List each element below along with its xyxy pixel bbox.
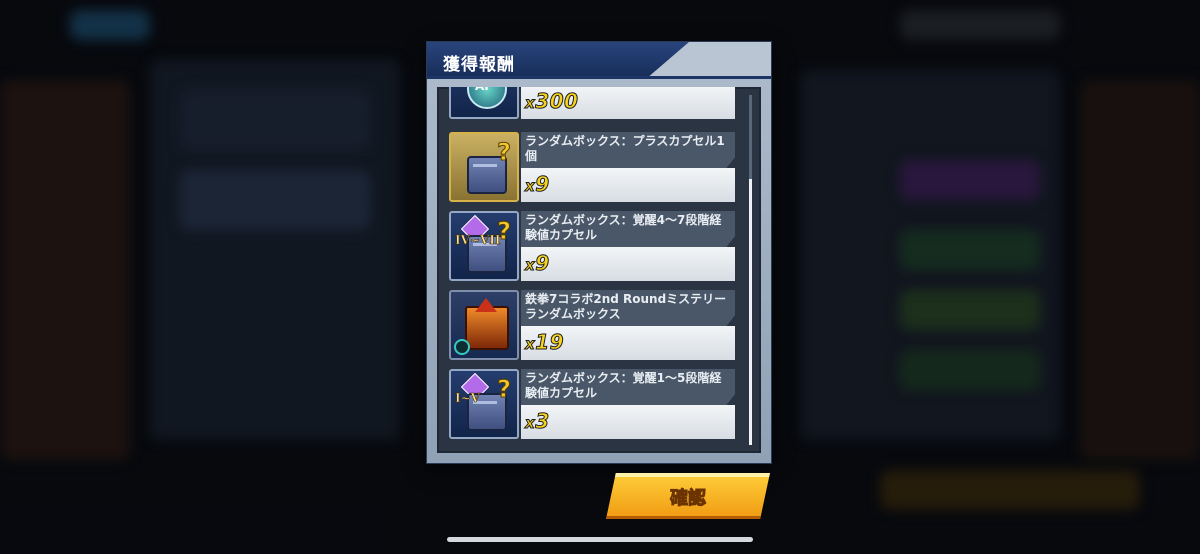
reward-icon-frame: AP xyxy=(449,87,519,119)
dialog-header: 獲得報酬 xyxy=(427,42,771,79)
reward-quantity-bar: x19 xyxy=(521,326,735,360)
reward-quantity-bar: x300 xyxy=(521,87,735,119)
reward-name: ランダムボックス：覚醒4〜7段階経験値カプセル xyxy=(525,213,722,242)
reward-list[interactable]: AP x300 ? ランダムボックス：プラスカプセル1個 x9 xyxy=(437,87,761,453)
reward-name-bar: 鉄拳7コラボ2nd Roundミステリーランダムボックス xyxy=(521,290,735,326)
button-highlight xyxy=(606,473,770,477)
question-mark-icon: ? xyxy=(497,375,512,404)
reward-item: AP x300 xyxy=(449,87,735,120)
reward-quantity: x9 xyxy=(524,172,550,197)
question-mark-icon: ? xyxy=(497,217,512,246)
home-indicator[interactable] xyxy=(447,537,753,542)
reward-name-bar: ランダムボックス：覚醒1〜5段階経験値カプセル xyxy=(521,369,735,405)
reward-quantity: x3 xyxy=(524,409,550,434)
confirm-button-label: 確認 xyxy=(670,488,707,510)
reward-quantity: x9 xyxy=(524,251,550,276)
dialog-title: 獲得報酬 xyxy=(443,55,515,75)
reward-quantity-bar: x3 xyxy=(521,405,735,439)
reward-item: 鉄拳7コラボ2nd Roundミステリーランダムボックス x19 xyxy=(449,290,735,361)
reward-quantity-bar: x9 xyxy=(521,247,735,281)
reward-icon-frame xyxy=(449,290,519,360)
confirm-button[interactable]: 確認 xyxy=(606,473,770,519)
title-plate: 獲得報酬 xyxy=(427,42,689,78)
ap-icon: AP xyxy=(467,87,507,109)
reward-item: ? ランダムボックス：プラスカプセル1個 x9 xyxy=(449,132,735,203)
mystery-crate-icon xyxy=(465,306,509,350)
reward-quantity: x300 xyxy=(524,89,579,114)
reward-quantity: x19 xyxy=(524,330,565,355)
reward-name: ランダムボックス：覚醒1〜5段階経験値カプセル xyxy=(525,371,722,400)
reward-quantity-bar: x9 xyxy=(521,168,735,202)
reward-icon-frame: ? xyxy=(449,132,519,202)
clock-icon xyxy=(454,339,470,355)
reward-item: IV~VII ? ランダムボックス：覚醒4〜7段階経験値カプセル x9 xyxy=(449,211,735,282)
reward-name-bar: ランダムボックス：プラスカプセル1個 xyxy=(521,132,735,168)
roman-numeral-badge: IV~VII xyxy=(455,233,501,248)
reward-name: ランダムボックス：プラスカプセル1個 xyxy=(525,134,725,163)
reward-item: I~V ? ランダムボックス：覚醒1〜5段階経験値カプセル x3 xyxy=(449,369,735,440)
reward-icon-frame: IV~VII ? xyxy=(449,211,519,281)
reward-name-bar: ランダムボックス：覚醒4〜7段階経験値カプセル xyxy=(521,211,735,247)
reward-name: 鉄拳7コラボ2nd Roundミステリーランダムボックス xyxy=(525,292,727,321)
reward-icon-frame: I~V ? xyxy=(449,369,519,439)
scrollbar-thumb[interactable] xyxy=(749,179,752,445)
question-mark-icon: ? xyxy=(497,138,512,167)
reward-dialog: 獲得報酬 AP x300 ? ランダムボックス：プラスカプセル1個 xyxy=(427,42,771,463)
roman-numeral-badge: I~V xyxy=(455,391,480,406)
header-divider xyxy=(427,76,771,79)
